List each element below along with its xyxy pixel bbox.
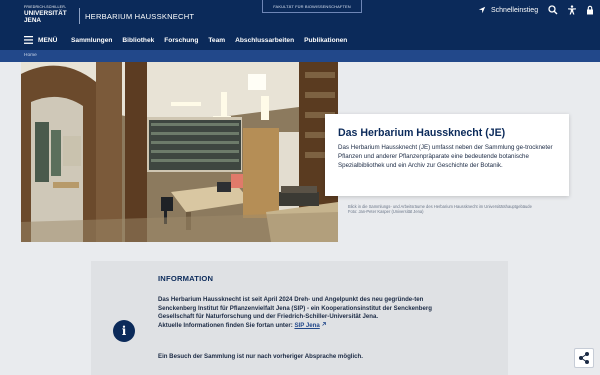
nav-item-forschung[interactable]: Forschung xyxy=(164,37,198,44)
library-room-photo xyxy=(21,62,338,242)
nav-item-publikationen[interactable]: Publikationen xyxy=(304,37,347,44)
nav-item-team[interactable]: Team xyxy=(208,37,225,44)
nav-item-abschlussarbeiten[interactable]: Abschlussarbeiten xyxy=(235,37,294,44)
menu-label: MENÜ xyxy=(38,36,58,44)
breadcrumb-home[interactable]: Home xyxy=(24,53,37,58)
logo-divider xyxy=(79,8,80,24)
info-icon: i xyxy=(113,320,135,342)
logo-line-3: JENA xyxy=(24,16,42,24)
information-text: Das Herbarium Haussknecht ist seit April… xyxy=(158,296,432,321)
quick-access-link[interactable]: Schnelleinstieg xyxy=(478,6,538,14)
caption-line-2: Foto: Jan-Peter Kasper (Universität Jena… xyxy=(348,209,424,214)
accessibility-icon[interactable] xyxy=(567,5,577,15)
share-icon xyxy=(579,352,589,364)
main-navigation: MENÜ Sammlungen Bibliothek Forschung Tea… xyxy=(0,31,600,50)
external-link-icon xyxy=(322,321,327,326)
sip-jena-link[interactable]: SIP Jena xyxy=(294,322,319,329)
site-title[interactable]: HERBARIUM HAUSSKNECHT xyxy=(85,12,194,21)
nav-items: Sammlungen Bibliothek Forschung Team Abs… xyxy=(71,37,347,44)
menu-button[interactable]: MENÜ xyxy=(24,36,57,44)
information-body: Das Herbarium Haussknecht ist seit April… xyxy=(158,296,458,330)
search-icon[interactable] xyxy=(548,5,558,15)
page-title: Das Herbarium Haussknecht (JE) xyxy=(338,127,506,139)
quick-access-label: Schnelleinstieg xyxy=(491,6,539,14)
intro-text: Das Herbarium Haussknecht (JE) umfasst n… xyxy=(338,144,553,169)
lock-icon[interactable] xyxy=(585,5,595,15)
intro-card: Das Herbarium Haussknecht (JE) Das Herba… xyxy=(325,114,569,196)
logo-line-2: UNIVERSITÄT xyxy=(24,9,67,17)
logo-line-1: FRIEDRICH-SCHILLER- xyxy=(24,5,67,9)
hamburger-icon xyxy=(24,36,33,44)
image-caption: Blick in die Sammlungs- und Arbeitsräume… xyxy=(348,204,578,214)
information-box: INFORMATION Das Herbarium Haussknecht is… xyxy=(91,261,508,375)
hero-image xyxy=(21,62,338,242)
university-logo[interactable]: FRIEDRICH-SCHILLER- UNIVERSITÄT JENA xyxy=(24,5,67,24)
share-button[interactable] xyxy=(574,348,594,368)
visit-notice: Ein Besuch der Sammlung ist nur nach vor… xyxy=(158,353,363,360)
nav-item-sammlungen[interactable]: Sammlungen xyxy=(71,37,112,44)
navigation-arrow-icon xyxy=(478,6,486,14)
breadcrumb: Home xyxy=(0,50,600,62)
top-bar: FRIEDRICH-SCHILLER- UNIVERSITÄT JENA HER… xyxy=(0,0,600,31)
more-info-prefix: Aktuelle Informationen finden Sie fortan… xyxy=(158,321,295,329)
nav-item-bibliothek[interactable]: Bibliothek xyxy=(122,37,154,44)
information-heading: INFORMATION xyxy=(158,274,214,283)
faculty-tab[interactable]: FAKULTÄT FÜR BIOWISSENSCHAFTEN xyxy=(262,0,362,13)
